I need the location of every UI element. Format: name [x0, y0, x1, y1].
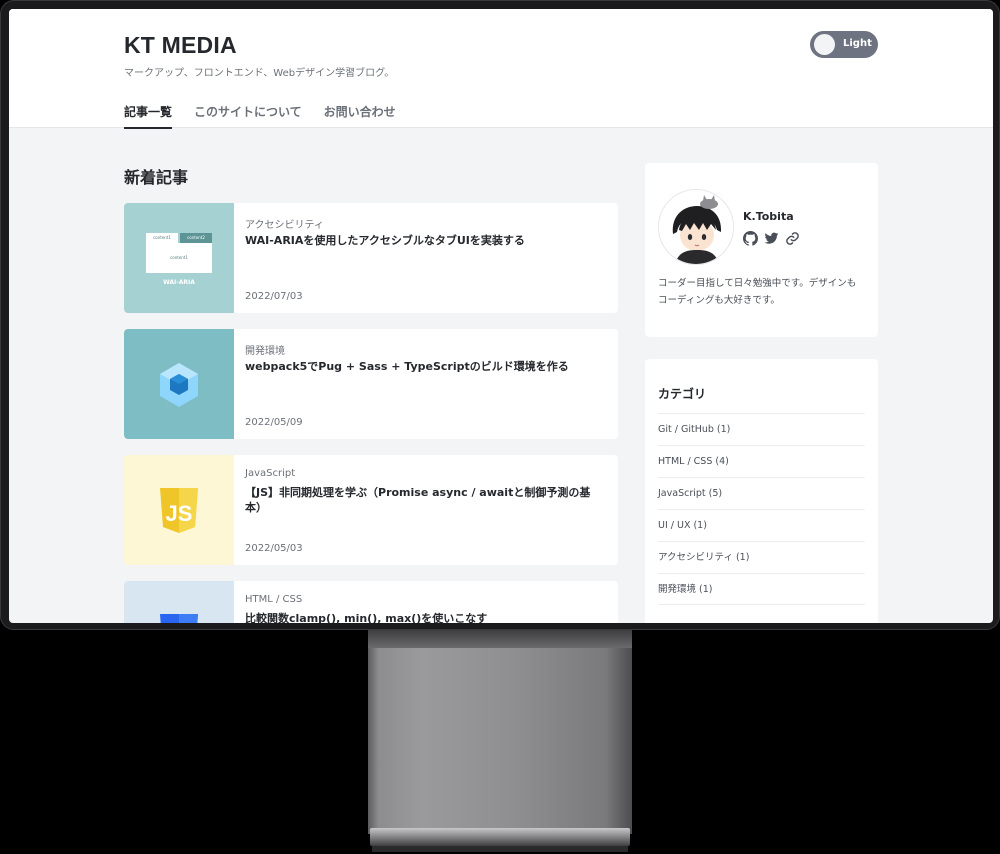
post-category[interactable]: JavaScript	[245, 468, 295, 479]
profile-bio: コーダー目指して日々勉強中です。デザインもコーディングも大好きです。	[658, 278, 857, 306]
monitor-stand-foot	[372, 846, 628, 852]
post-date: 2022/05/03	[245, 543, 303, 554]
js-shield-icon: JS	[160, 488, 198, 533]
post-card[interactable]: HTML / CSS 比較関数clamp(), min(), max()を使いこ…	[124, 581, 618, 623]
theme-toggle[interactable]: Light	[810, 31, 878, 58]
thumb-tab-panel: content1	[146, 243, 212, 273]
thumb-tab: content1	[146, 233, 178, 243]
section-title: 新着記事	[124, 168, 189, 187]
webpack-icon	[160, 363, 198, 407]
thumb-tab-group: content1 content2	[146, 233, 212, 243]
post-thumbnail	[124, 581, 234, 623]
category-list: Git / GitHub (1) HTML / CSS (4) JavaScri…	[658, 413, 865, 605]
post-category[interactable]: アクセシビリティ	[245, 216, 324, 231]
category-title: カテゴリ	[658, 387, 707, 401]
category-card: カテゴリ Git / GitHub (1) HTML / CSS (4) Jav…	[645, 359, 878, 623]
nav-item-about[interactable]: このサイトについて	[194, 103, 302, 129]
monitor-stand-base	[370, 828, 630, 846]
github-icon[interactable]	[743, 231, 758, 246]
post-card[interactable]: content1 content2 content1 WAI-ARIA アクセシ…	[124, 203, 618, 313]
thumb-label: WAI-ARIA	[163, 279, 195, 286]
post-category[interactable]: HTML / CSS	[245, 594, 302, 605]
avatar-illustration	[659, 190, 733, 264]
post-title[interactable]: 比較関数clamp(), min(), max()を使いこなす	[245, 611, 605, 623]
post-date: 2022/05/09	[245, 417, 303, 428]
post-card[interactable]: 開発環境 webpack5でPug + Sass + TypeScriptのビル…	[124, 329, 618, 439]
monitor-screen: KT MEDIA マークアップ、フロントエンド、Webデザイン学習ブログ。 Li…	[9, 9, 993, 623]
post-card[interactable]: JS JavaScript 【JS】非同期処理を学ぶ（Promise async…	[124, 455, 618, 565]
profile-name: K.Tobita	[743, 210, 794, 223]
category-item-javascript[interactable]: JavaScript (5)	[658, 477, 865, 509]
category-item-accessibility[interactable]: アクセシビリティ (1)	[658, 541, 865, 573]
site-logo[interactable]: KT MEDIA	[124, 32, 237, 59]
post-title[interactable]: 【JS】非同期処理を学ぶ（Promise async / awaitと制御予測の…	[245, 485, 605, 515]
post-title[interactable]: WAI-ARIAを使用したアクセシブルなタブUIを実装する	[245, 233, 605, 248]
profile-card: K.Tobita コーダー目指して日々勉強中です。デザインもコーディングも大好き…	[645, 163, 878, 337]
nav-item-articles[interactable]: 記事一覧	[124, 103, 173, 129]
nav-item-contact[interactable]: お問い合わせ	[324, 103, 396, 129]
category-item-dev-env[interactable]: 開発環境 (1)	[658, 573, 865, 605]
category-item-git[interactable]: Git / GitHub (1)	[658, 413, 865, 445]
site-tagline: マークアップ、フロントエンド、Webデザイン学習ブログ。	[124, 68, 395, 79]
theme-toggle-label: Light	[843, 38, 872, 49]
post-list: content1 content2 content1 WAI-ARIA アクセシ…	[124, 203, 618, 623]
post-thumbnail: content1 content2 content1 WAI-ARIA	[124, 203, 234, 313]
twitter-icon[interactable]	[764, 231, 779, 246]
link-icon[interactable]	[785, 231, 800, 246]
monitor-stand	[368, 630, 632, 834]
post-category[interactable]: 開発環境	[245, 342, 285, 357]
post-date: 2022/07/03	[245, 291, 303, 302]
category-item-ui-ux[interactable]: UI / UX (1)	[658, 509, 865, 541]
css-shield-icon	[160, 614, 198, 623]
category-item-html-css[interactable]: HTML / CSS (4)	[658, 445, 865, 477]
avatar	[658, 189, 734, 265]
monitor-bezel: KT MEDIA マークアップ、フロントエンド、Webデザイン学習ブログ。 Li…	[0, 0, 1000, 630]
post-thumbnail: JS	[124, 455, 234, 565]
main-nav: 記事一覧 このサイトについて お問い合わせ	[124, 103, 396, 129]
toggle-knob	[814, 34, 835, 55]
social-links	[743, 231, 800, 246]
post-title[interactable]: webpack5でPug + Sass + TypeScriptのビルド環境を作…	[245, 359, 605, 374]
site-header: KT MEDIA マークアップ、フロントエンド、Webデザイン学習ブログ。 Li…	[9, 9, 993, 129]
svg-text:JS: JS	[166, 501, 193, 526]
thumb-tab: content2	[180, 233, 212, 243]
post-thumbnail	[124, 329, 234, 439]
